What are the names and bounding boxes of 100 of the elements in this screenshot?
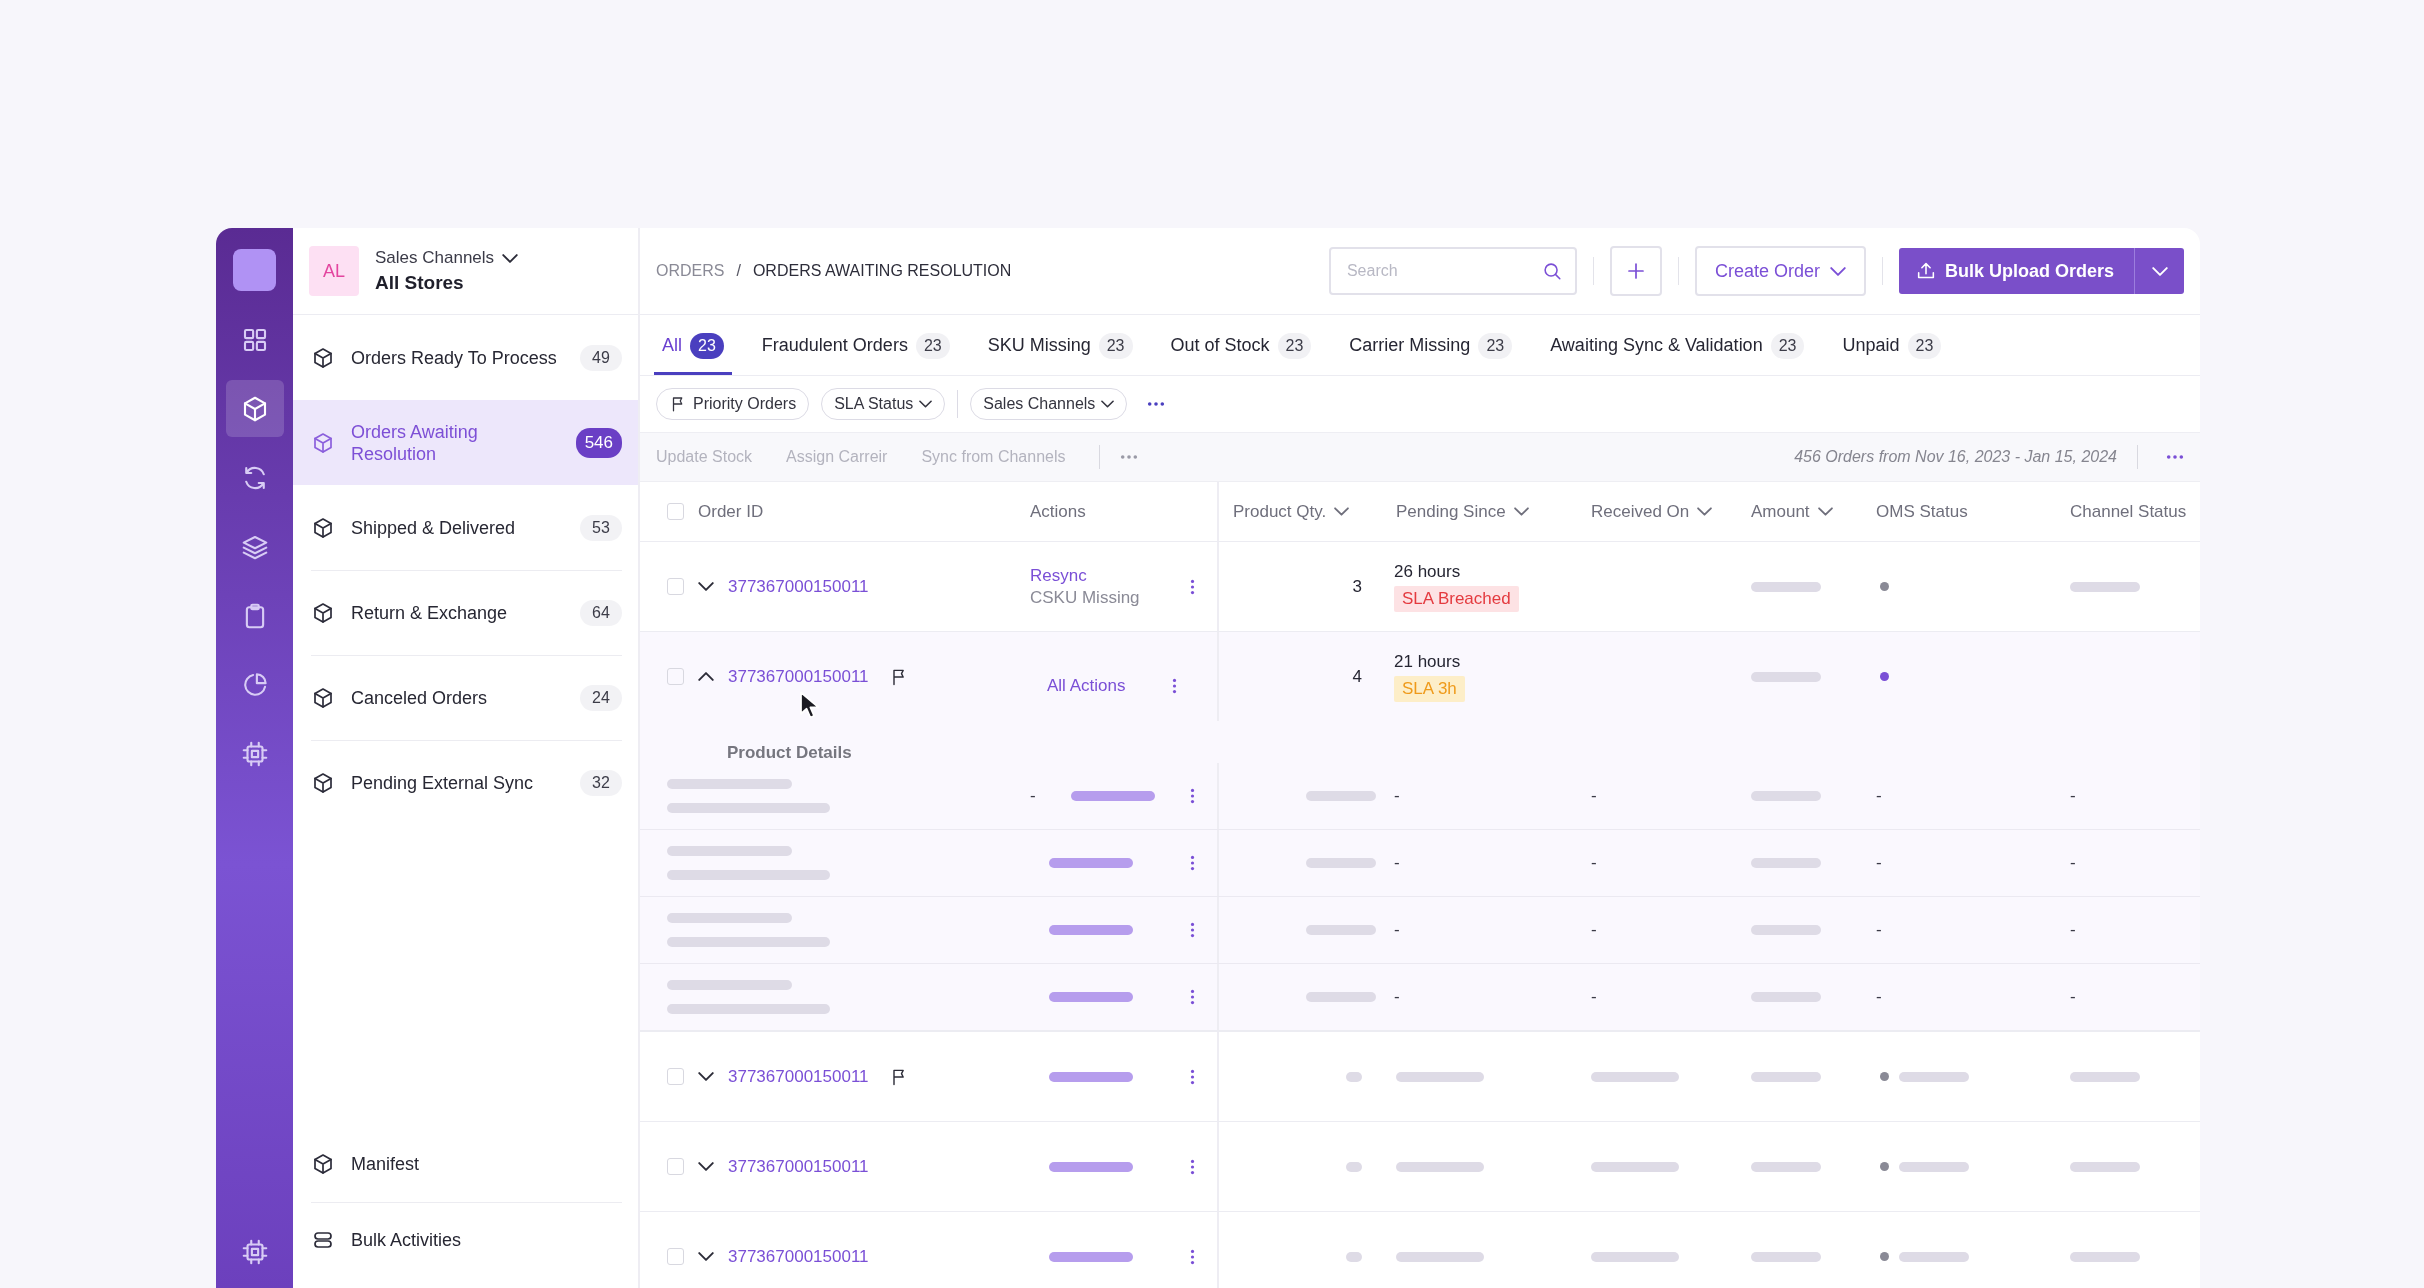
sidebar-item[interactable]: Manifest xyxy=(293,1126,638,1202)
section-title: Product Details xyxy=(727,743,852,763)
tab[interactable]: Fraudulent Orders 23 xyxy=(753,315,958,375)
quantity-text: 4 xyxy=(1352,666,1362,687)
more-options-icon[interactable] xyxy=(1190,989,1195,1005)
column-header[interactable]: Received On xyxy=(1591,501,1690,522)
more-options-icon[interactable] xyxy=(1190,922,1195,938)
sidebar-item[interactable]: Orders Ready To Process 49 xyxy=(293,315,638,400)
order-id-link[interactable]: 377367000150011 xyxy=(728,666,869,687)
dash-text: - xyxy=(1591,920,1597,940)
count-badge: 49 xyxy=(580,344,622,371)
sidebar-item[interactable]: Canceled Orders 24 xyxy=(293,655,638,740)
select-all-checkbox[interactable] xyxy=(667,503,684,520)
sidebar-item-label: Canceled Orders xyxy=(351,686,489,709)
cube-icon xyxy=(311,685,335,710)
skeleton-bar xyxy=(1751,992,1821,1002)
count-badge: 53 xyxy=(580,514,622,541)
more-options-icon[interactable] xyxy=(1190,1248,1195,1265)
more-options-icon[interactable] xyxy=(1190,855,1195,871)
more-options-icon[interactable] xyxy=(1172,677,1177,694)
sidebar-item[interactable]: Shipped & Delivered 53 xyxy=(293,485,638,570)
filter-chip[interactable]: SLA Status xyxy=(821,388,946,420)
column-header: Order ID xyxy=(698,501,764,522)
dash-text: - xyxy=(1394,920,1400,940)
chevron-down-icon xyxy=(919,400,933,408)
dash-text: - xyxy=(1876,853,1882,873)
cube-icon xyxy=(311,430,335,455)
chevron-down-icon xyxy=(1101,400,1115,408)
tab[interactable]: SKU Missing 23 xyxy=(979,315,1141,375)
skeleton-bar xyxy=(1899,1161,1969,1172)
more-options-icon[interactable] xyxy=(1190,1158,1195,1175)
action-link[interactable]: Resync xyxy=(1030,565,1140,586)
tab[interactable]: Awaiting Sync & Validation 23 xyxy=(1542,315,1813,375)
tab[interactable]: All 23 xyxy=(654,315,732,375)
store-name: All Stores xyxy=(375,272,465,294)
chevron-down-icon xyxy=(1334,507,1350,516)
more-icon[interactable] xyxy=(2166,454,2184,460)
skeleton-bar xyxy=(1346,1161,1362,1172)
order-id-link[interactable]: 377367000150011 xyxy=(728,1246,869,1267)
logo-square xyxy=(233,249,276,291)
action-link[interactable]: All Actions xyxy=(1047,675,1126,696)
bulk-upload-button[interactable]: Bulk Upload Orders xyxy=(1898,248,2134,294)
sidebar-item[interactable]: Orders Awaiting Resolution 546 xyxy=(293,400,638,485)
column-header[interactable]: Product Qty. xyxy=(1233,501,1327,522)
sidebar-item[interactable]: Return & Exchange 64 xyxy=(293,570,638,655)
filter-chip[interactable]: Priority Orders xyxy=(656,388,810,420)
tab[interactable]: Carrier Missing 23 xyxy=(1341,315,1521,375)
skeleton-bar xyxy=(1751,581,1821,592)
dash-text: - xyxy=(1591,786,1597,806)
skeleton-bar xyxy=(1751,925,1821,935)
skeleton-bar xyxy=(1751,858,1821,868)
dash-text: - xyxy=(2070,920,2076,940)
skeleton-bar xyxy=(1751,791,1821,801)
sidebar-item-label: Bulk Activities xyxy=(351,1229,463,1251)
skeleton-bar xyxy=(1306,925,1376,935)
column-header[interactable]: Pending Since xyxy=(1396,501,1506,522)
order-id-link[interactable]: 377367000150011 xyxy=(728,1156,869,1177)
more-icon[interactable] xyxy=(1147,401,1166,407)
row-checkbox[interactable] xyxy=(667,1248,684,1265)
column-header: Channel Status xyxy=(2070,501,2187,522)
row-checkbox[interactable] xyxy=(667,668,684,685)
skeleton-bar xyxy=(1899,1071,1969,1082)
cube-icon xyxy=(311,1152,335,1176)
column-header[interactable]: Amount xyxy=(1751,501,1810,522)
skeleton-bar xyxy=(2070,581,2140,592)
search-field[interactable]: Search xyxy=(1328,247,1577,295)
cube-icon xyxy=(311,345,335,370)
order-id-link[interactable]: 377367000150011 xyxy=(728,1066,869,1087)
orders-summary: 456 Orders from Nov 16, 2023 - Jan 15, 2024 xyxy=(1794,448,2117,466)
chevron-up-icon xyxy=(698,672,714,681)
chevron-down-icon xyxy=(698,582,714,591)
dash-text: - xyxy=(2070,853,2076,873)
chevron-down-icon xyxy=(502,253,519,263)
more-options-icon[interactable] xyxy=(1190,788,1195,804)
order-id-link[interactable]: 377367000150011 xyxy=(728,576,869,597)
skeleton-bar xyxy=(1306,791,1376,801)
sidebar-item[interactable]: Pending External Sync 32 xyxy=(293,740,638,825)
sidebar-item[interactable]: Bulk Activities xyxy=(293,1202,638,1278)
row-checkbox[interactable] xyxy=(667,1068,684,1085)
skeleton-bar xyxy=(1306,992,1376,1002)
pending-time: 26 hours xyxy=(1394,561,1461,582)
row-checkbox[interactable] xyxy=(667,578,684,595)
store-switcher-label[interactable]: Sales Channels xyxy=(375,248,495,268)
sla-badge: SLA Breached xyxy=(1394,585,1519,612)
more-options-icon[interactable] xyxy=(1190,578,1195,595)
row-checkbox[interactable] xyxy=(667,1158,684,1175)
dash-text: - xyxy=(1591,853,1597,873)
tab[interactable]: Out of Stock 23 xyxy=(1162,315,1320,375)
nav-rail-item[interactable] xyxy=(225,380,284,437)
chevron-down-icon xyxy=(698,1162,714,1171)
filter-chip[interactable]: Sales Channels xyxy=(970,388,1128,420)
skeleton-bar xyxy=(1751,1161,1821,1172)
tab[interactable]: Unpaid 23 xyxy=(1834,315,1950,375)
skeleton-bar xyxy=(1751,1071,1821,1082)
dash-text: - xyxy=(1876,786,1882,806)
more-options-icon[interactable] xyxy=(1190,1068,1195,1085)
dash-text: - xyxy=(1394,987,1400,1007)
skeleton-bar xyxy=(1751,1251,1821,1262)
create-order-button[interactable]: Create Order xyxy=(1694,246,1866,296)
skeleton-bar xyxy=(1751,671,1821,682)
